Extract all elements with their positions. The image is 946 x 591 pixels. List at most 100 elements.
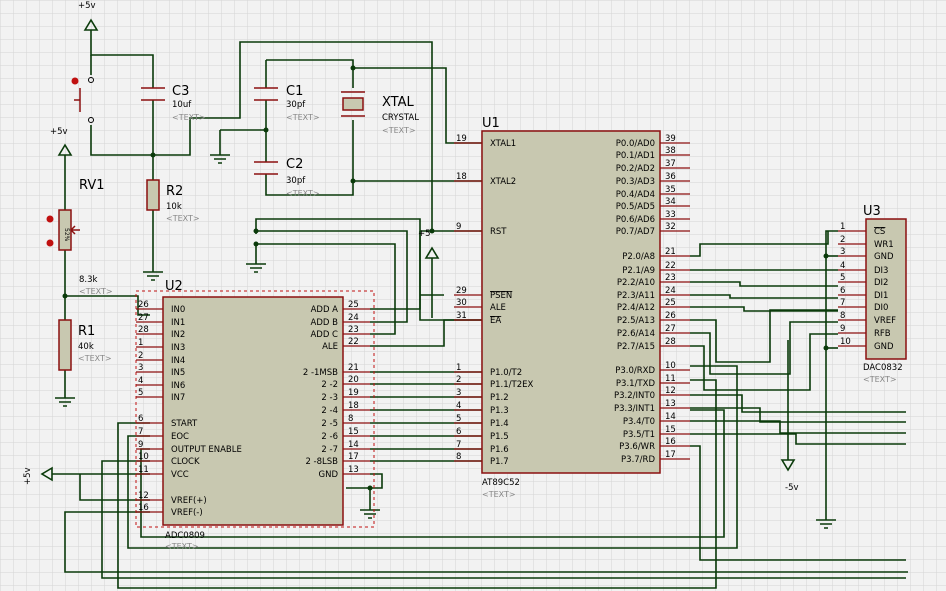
svg-text:RV1: RV1 [79,178,105,193]
pin-label: CS [874,227,885,237]
pin-number: 28 [138,325,149,335]
pin-label: P2.4/A12 [617,303,655,313]
pin-number: 2 [456,375,461,385]
pin-label: IN7 [171,393,185,403]
pin-number: 32 [665,222,676,232]
pin-number: 9 [840,324,845,334]
pin-number: 27 [665,324,676,334]
pin-number: 14 [665,412,676,422]
pin-label: DI1 [874,291,888,301]
pin-number: 22 [665,261,676,271]
svg-text:30pf: 30pf [286,100,306,110]
svg-text:+5: +5 [418,229,431,239]
pin-label: DI3 [874,266,888,276]
pin-number: 8 [840,311,845,321]
pin-label: IN4 [171,356,185,366]
pin-number: 38 [665,146,676,156]
pin-label: ALE [322,342,338,352]
pin-number: 20 [348,375,359,385]
pin-number: 15 [348,427,359,437]
svg-text:CRYSTAL: CRYSTAL [382,113,419,123]
pin-number: 23 [348,325,359,335]
pin-number: 15 [665,425,676,435]
pin-number: 6 [138,414,143,424]
pin-number: 3 [840,247,845,257]
pin-number: 10 [138,452,149,462]
pin-number: 9 [456,222,461,232]
pin-label: ADD A [311,305,339,315]
chip-u1-at89c52[interactable]: U1 AT89C52 <TEXT> 19 XTAL118 XTAL29 RST29 PS… [454,116,690,499]
pin-label: P2.5/A13 [617,316,655,326]
pin-number: 18 [456,172,467,182]
pin-number: 21 [665,247,676,257]
pin-label: IN0 [171,305,185,315]
pin-number: 2 [840,235,845,245]
pin-label: IN1 [171,318,185,328]
pin-number: 35 [665,185,676,195]
svg-text:10k: 10k [166,202,182,212]
svg-text:<TEXT>: <TEXT> [165,542,199,551]
pin-label: 2 -8LSB [305,457,338,467]
pin-label: P1.0/T2 [490,368,522,378]
pin-label: 2 -2 [321,380,338,390]
pin-label: P0.3/AD3 [616,177,655,187]
pin-label: 2 -5 [321,419,338,429]
pin-label: P1.7 [490,457,509,467]
svg-text:<TEXT>: <TEXT> [79,287,113,296]
svg-text:ADC0809: ADC0809 [165,531,205,541]
pin-number: 39 [665,134,676,144]
pin-number: 16 [138,503,149,513]
pin-number: 1 [840,222,845,232]
pin-number: 25 [665,298,676,308]
pin-label: RFB [874,329,891,339]
pin-label: IN5 [171,368,185,378]
pin-label: P3.1/TXD [616,379,656,389]
pin-label: 2 -7 [321,445,338,455]
pin-number: 33 [665,210,676,220]
pin-label: P1.5 [490,432,509,442]
pin-label: P3.2/INT0 [614,391,655,401]
pin-number: 7 [840,298,845,308]
pin-number: 17 [348,452,359,462]
pin-number: 25 [348,300,359,310]
pin-number: 8 [348,414,353,424]
pin-label: START [171,419,198,429]
pin-number: 30 [456,298,467,308]
schematic-canvas[interactable]: +5v +5v +5 +5v -5v C3 10uf <TEXT> C1 30p… [0,0,946,591]
pin-number: 11 [665,374,676,384]
pin-label: P3.3/INT1 [614,404,655,414]
pin-number: 18 [348,401,359,411]
pin-label: 2 -1MSB [303,368,338,378]
pin-number: 27 [138,313,149,323]
pin-number: 36 [665,172,676,182]
pin-label: P2.3/A11 [617,291,655,301]
pin-number: 9 [138,440,143,450]
svg-text:AT89C52: AT89C52 [482,478,520,488]
pin-number: 21 [348,363,359,373]
pin-number: 22 [348,337,359,347]
pin-number: 3 [456,388,461,398]
svg-text:<TEXT>: <TEXT> [286,189,320,198]
svg-text:40k: 40k [78,342,94,352]
pin-number: 26 [665,311,676,321]
pin-number: 5 [456,414,461,424]
pin-number: 12 [665,386,676,396]
pin-label: P2.1/A9 [622,266,655,276]
pin-number: 10 [840,337,851,347]
pin-label: P2.7/A15 [617,342,655,352]
pin-label: VREF(+) [171,496,207,506]
svg-text:XTAL: XTAL [382,95,415,110]
chip-u2-adc0809[interactable]: U2 ADC0809 <TEXT> 26 IN0 27 IN1 28 IN2 1 IN3 2 IN… [135,279,375,551]
pin-number: 1 [456,363,461,373]
pin-number: 37 [665,159,676,169]
pin-label: P3.4/T0 [623,417,655,427]
pin-label: P1.1/T2EX [490,380,533,390]
pin-label: P1.6 [490,445,509,455]
pin-label: IN3 [171,343,185,353]
pin-label: 2 -4 [321,406,338,416]
pin-label: P3.6/WR [619,442,655,452]
pin-label: P0.6/AD6 [616,215,655,225]
pin-number: 5 [138,388,143,398]
pin-number: 23 [665,273,676,283]
pin-label: GND [319,470,339,480]
